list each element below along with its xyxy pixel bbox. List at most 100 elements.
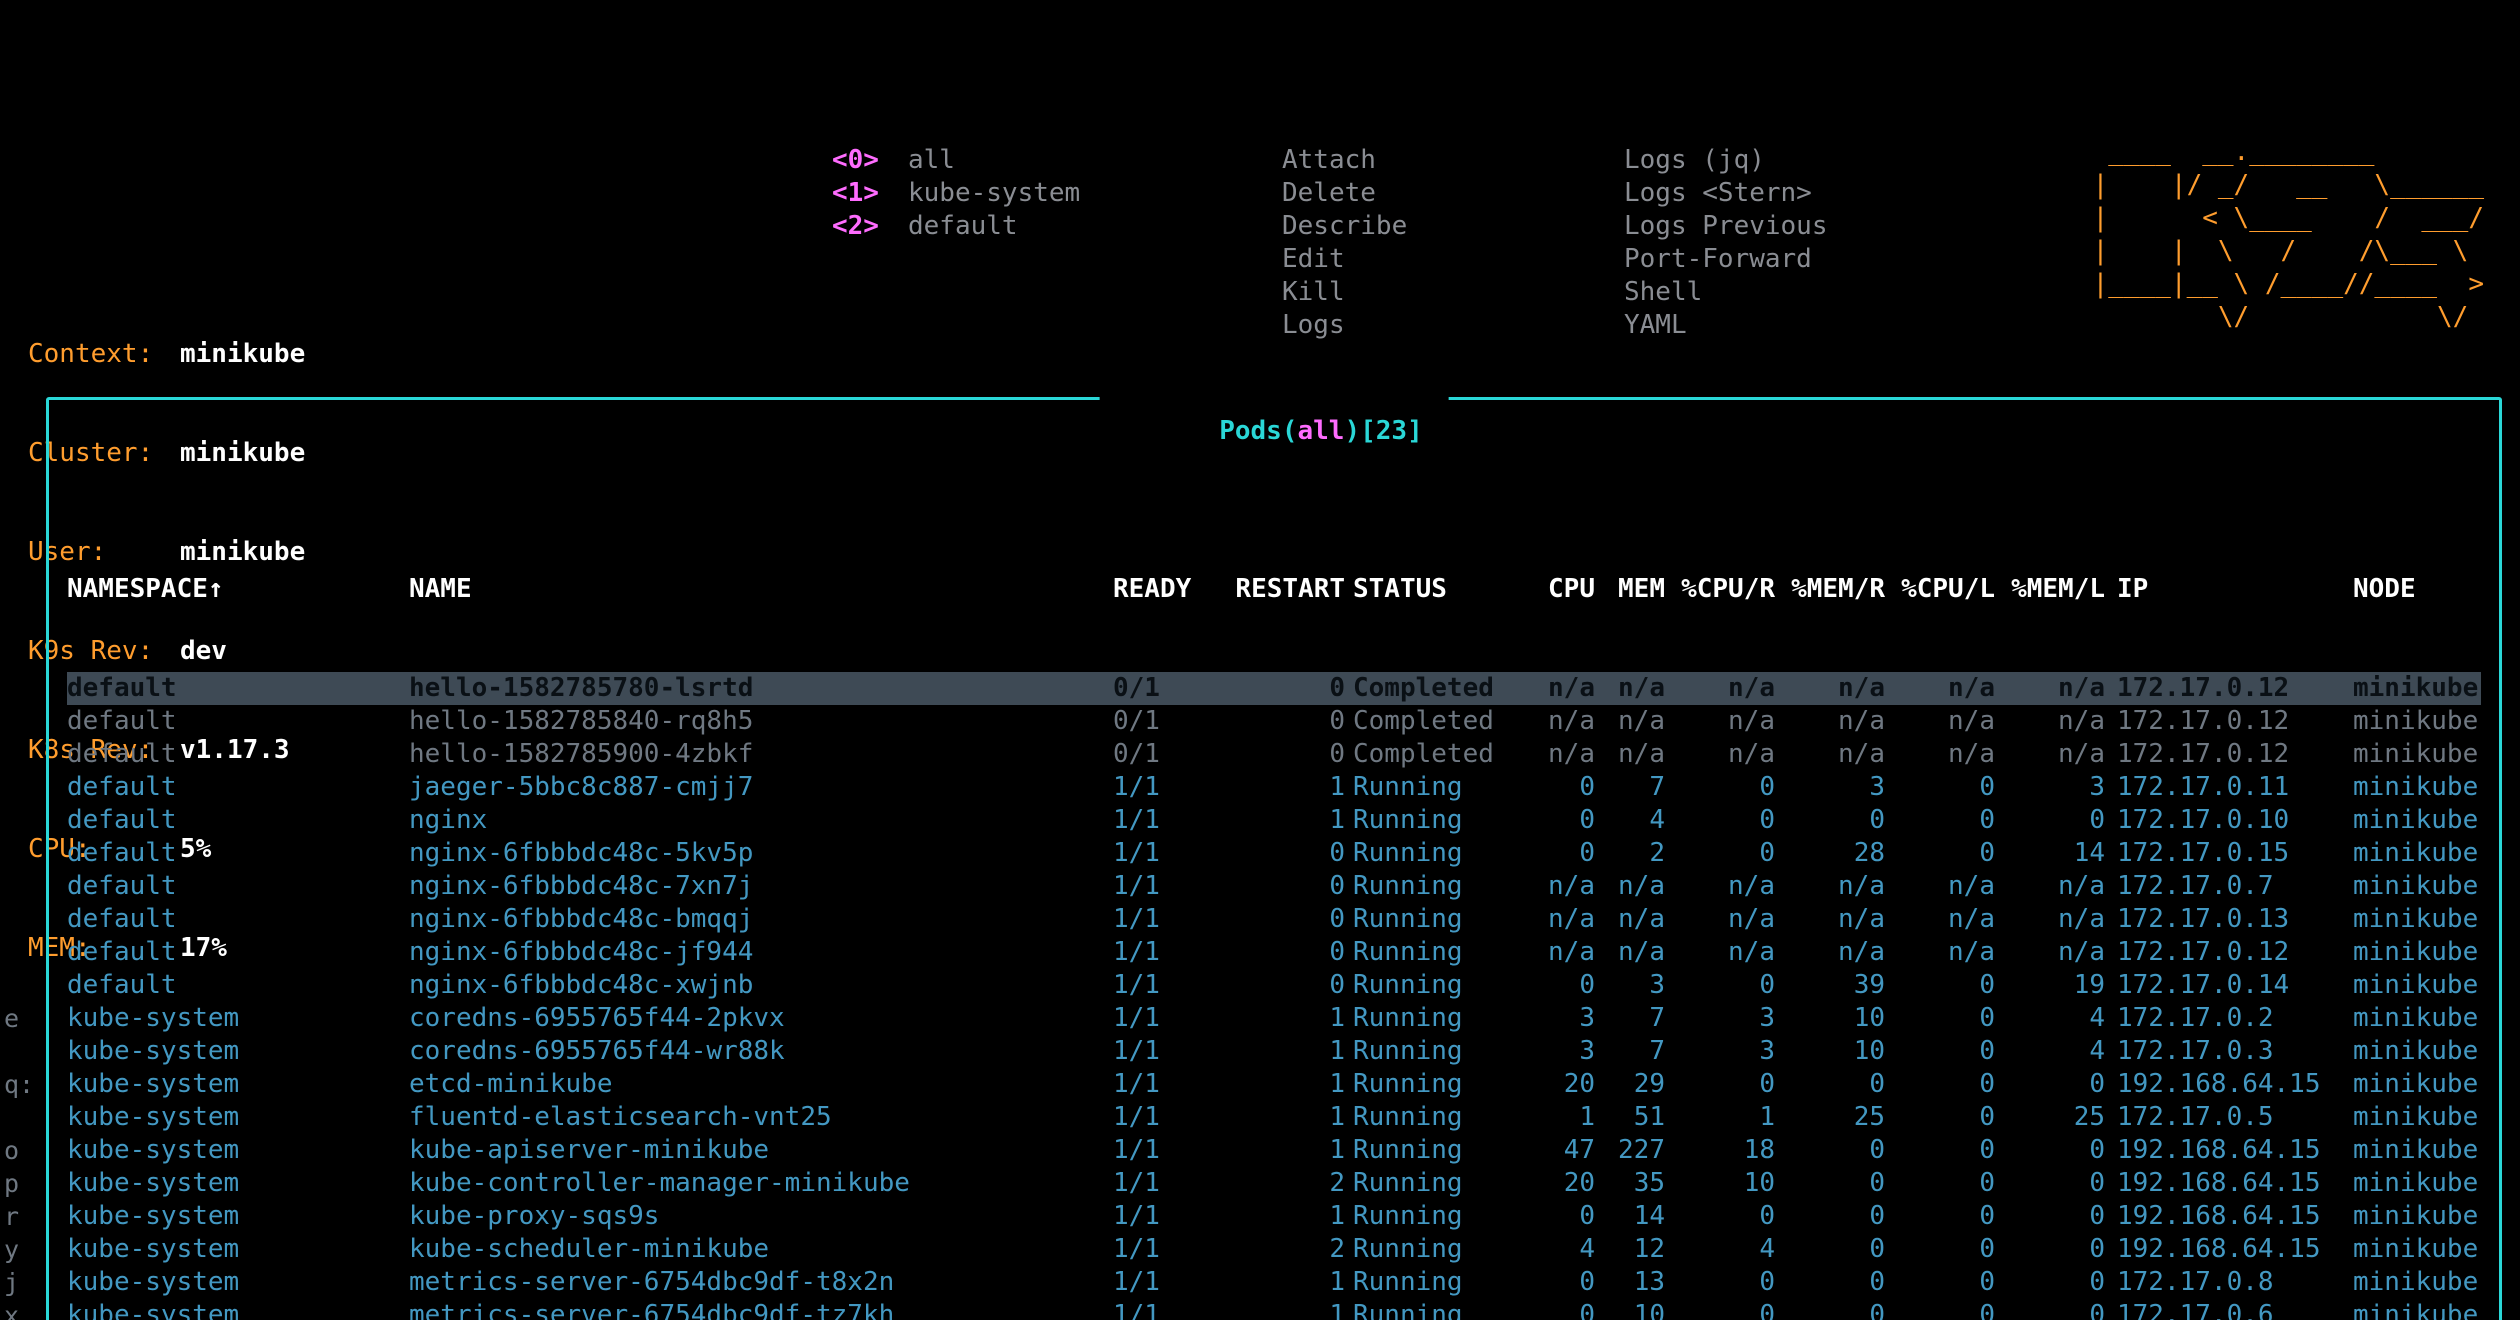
help-key[interactable]: <0> (832, 144, 898, 177)
column-header[interactable]: %CPU/R (1665, 573, 1775, 606)
table-row[interactable]: defaulthello-1582785840-rq8h50/10Complet… (67, 705, 2481, 738)
table-row[interactable]: defaultnginx1/11Running040000172.17.0.10… (67, 804, 2481, 837)
table-row[interactable]: defaultjaeger-5bbc8c887-cmjj71/11Running… (67, 771, 2481, 804)
help-action: Describe (1282, 210, 1407, 243)
table-row[interactable]: kube-systemfluentd-elasticsearch-vnt251/… (67, 1101, 2481, 1134)
column-header[interactable]: %MEM/L (1995, 573, 2105, 606)
cell-ip: 172.17.0.14 (2105, 969, 2353, 1002)
table-row[interactable]: kube-systemcoredns-6955765f44-wr88k1/11R… (67, 1035, 2481, 1068)
table-row[interactable]: kube-systemcoredns-6955765f44-2pkvx1/11R… (67, 1002, 2481, 1035)
cell-cpur: n/a (1665, 870, 1775, 903)
table-header-row[interactable]: NAMESPACE↑NAMEREADYRESTARTSTATUSCPUMEM%C… (67, 573, 2481, 606)
cell-ns: default (67, 771, 409, 804)
cell-memr: 0 (1775, 1266, 1885, 1299)
table-row[interactable]: kube-systemmetrics-server-6754dbc9df-t8x… (67, 1266, 2481, 1299)
cell-ns: default (67, 936, 409, 969)
cell-node: minikube (2353, 672, 2481, 705)
column-header[interactable]: CPU (1527, 573, 1595, 606)
table-row[interactable]: defaulthello-1582785780-lsrtd0/10Complet… (67, 672, 2481, 705)
table-row[interactable]: kube-systemkube-scheduler-minikube1/12Ru… (67, 1233, 2481, 1266)
cell-name: nginx-6fbbbdc48c-bmqqj (409, 903, 1113, 936)
cell-cpur: 0 (1665, 1200, 1775, 1233)
cell-restart: 0 (1223, 837, 1353, 870)
cell-status: Running (1353, 936, 1527, 969)
cell-name: nginx-6fbbbdc48c-7xn7j (409, 870, 1113, 903)
table-row[interactable]: kube-systemmetrics-server-6754dbc9df-tz7… (67, 1299, 2481, 1320)
column-header[interactable]: IP (2105, 573, 2353, 606)
cell-restart: 2 (1223, 1233, 1353, 1266)
cell-node: minikube (2353, 1266, 2481, 1299)
cell-memr: 0 (1775, 1167, 1885, 1200)
table-row[interactable]: defaultnginx-6fbbbdc48c-bmqqj1/10Running… (67, 903, 2481, 936)
table-row[interactable]: defaultnginx-6fbbbdc48c-jf9441/10Running… (67, 936, 2481, 969)
cell-cpu: 4 (1527, 1233, 1595, 1266)
cell-cpu: 0 (1527, 804, 1595, 837)
cell-cpul: 0 (1885, 1134, 1995, 1167)
help-key[interactable]: <1> (832, 177, 898, 210)
cell-cpul: 0 (1885, 837, 1995, 870)
cell-restart: 0 (1223, 738, 1353, 771)
column-header[interactable]: RESTART (1223, 573, 1353, 606)
left-gutter: e q: o p r y j x i h l (4, 1002, 34, 1320)
cell-cpul: n/a (1885, 738, 1995, 771)
cell-node: minikube (2353, 969, 2481, 1002)
cell-cpul: n/a (1885, 903, 1995, 936)
table-row[interactable]: kube-systemetcd-minikube1/11Running20290… (67, 1068, 2481, 1101)
cell-ip: 192.168.64.15 (2105, 1167, 2353, 1200)
column-header[interactable]: NAMESPACE↑ (67, 573, 409, 606)
cell-cpul: n/a (1885, 936, 1995, 969)
cell-restart: 1 (1223, 804, 1353, 837)
cell-memr: 39 (1775, 969, 1885, 1002)
cell-ip: 172.17.0.8 (2105, 1266, 2353, 1299)
cell-restart: 0 (1223, 705, 1353, 738)
table-row[interactable]: defaultnginx-6fbbbdc48c-5kv5p1/10Running… (67, 837, 2481, 870)
column-header[interactable]: READY (1113, 573, 1223, 606)
table-row[interactable]: kube-systemkube-apiserver-minikube1/11Ru… (67, 1134, 2481, 1167)
cell-ready: 0/1 (1113, 738, 1223, 771)
cell-meml: 0 (1995, 1266, 2105, 1299)
cell-memr: n/a (1775, 738, 1885, 771)
cell-cpul: 0 (1885, 969, 1995, 1002)
table-row[interactable]: kube-systemkube-proxy-sqs9s1/11Running01… (67, 1200, 2481, 1233)
column-header[interactable]: %MEM/R (1775, 573, 1885, 606)
cell-mem: n/a (1595, 672, 1665, 705)
cell-node: minikube (2353, 1134, 2481, 1167)
cell-meml: n/a (1995, 672, 2105, 705)
cell-status: Running (1353, 1266, 1527, 1299)
column-header[interactable]: MEM (1595, 573, 1665, 606)
help-key[interactable]: <2> (832, 210, 898, 243)
cell-ns: kube-system (67, 1101, 409, 1134)
cell-cpu: n/a (1527, 903, 1595, 936)
cell-restart: 0 (1223, 903, 1353, 936)
cell-meml: n/a (1995, 903, 2105, 936)
cell-ns: default (67, 705, 409, 738)
column-header[interactable]: NAME (409, 573, 1113, 606)
cell-ns: default (67, 837, 409, 870)
help-action: Logs <Stern> (1624, 177, 1828, 210)
help-action: Port-Forward (1624, 243, 1828, 276)
cell-name: coredns-6955765f44-wr88k (409, 1035, 1113, 1068)
table-row[interactable]: kube-systemkube-controller-manager-minik… (67, 1167, 2481, 1200)
cell-name: metrics-server-6754dbc9df-tz7kh (409, 1299, 1113, 1320)
cell-name: coredns-6955765f44-2pkvx (409, 1002, 1113, 1035)
cell-status: Running (1353, 969, 1527, 1002)
column-header[interactable]: NODE (2353, 573, 2481, 606)
cell-cpu: 0 (1527, 837, 1595, 870)
cell-meml: 0 (1995, 804, 2105, 837)
table-row[interactable]: defaultnginx-6fbbbdc48c-xwjnb1/10Running… (67, 969, 2481, 1002)
cell-meml: 4 (1995, 1002, 2105, 1035)
table-row[interactable]: defaultnginx-6fbbbdc48c-7xn7j1/10Running… (67, 870, 2481, 903)
cell-cpu: n/a (1527, 936, 1595, 969)
cell-restart: 1 (1223, 1266, 1353, 1299)
cell-mem: 4 (1595, 804, 1665, 837)
cell-ready: 1/1 (1113, 1101, 1223, 1134)
cell-ready: 1/1 (1113, 936, 1223, 969)
help-action: default (908, 210, 1080, 243)
cell-name: nginx (409, 804, 1113, 837)
column-header[interactable]: STATUS (1353, 573, 1527, 606)
cell-cpul: 0 (1885, 1068, 1995, 1101)
table-row[interactable]: defaulthello-1582785900-4zbkf0/10Complet… (67, 738, 2481, 771)
column-header[interactable]: %CPU/L (1885, 573, 1995, 606)
help-column: Logs (jq)Logs <Stern>Logs PreviousPort-F… (1446, 144, 1838, 342)
cell-ip: 172.17.0.12 (2105, 936, 2353, 969)
